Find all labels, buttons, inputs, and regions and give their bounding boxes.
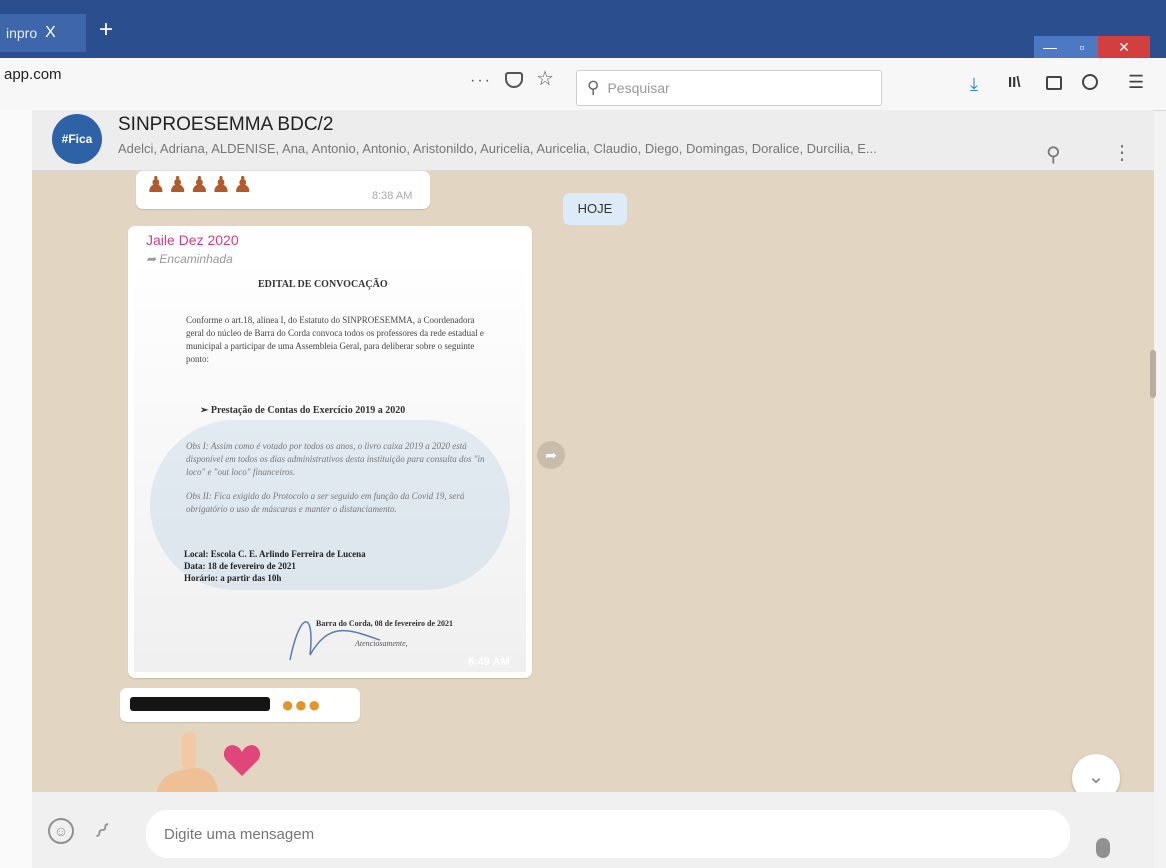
window-controls: — ▫ ✕: [1034, 36, 1152, 60]
download-icon[interactable]: ⤓: [970, 74, 978, 95]
left-panel-edge: [0, 110, 32, 868]
account-icon[interactable]: [1082, 74, 1098, 90]
library-icon[interactable]: II\: [1008, 74, 1021, 91]
document-local: Local: Escola C. E. Arlindo Ferreira de …: [184, 549, 366, 559]
forward-arrow-icon[interactable]: ➦: [537, 441, 565, 469]
tab-title: inpro: [6, 25, 38, 41]
browser-search-input[interactable]: ⚲ Pesquisar: [576, 70, 882, 106]
forward-icon: ➦: [146, 252, 160, 266]
hamburger-menu-icon[interactable]: ☰: [1128, 72, 1144, 93]
chat-search-icon[interactable]: ⚲: [1046, 142, 1061, 167]
document-paragraph: Conforme o art.18, alínea I, do Estatuto…: [186, 315, 484, 364]
browser-tab-bar: [0, 0, 1166, 58]
minimize-button[interactable]: —: [1034, 36, 1066, 58]
sidebar-icon[interactable]: [1046, 76, 1062, 90]
redacted-text: [130, 697, 270, 711]
document-place-date: Barra do Corda, 08 de fevereiro de 2021: [316, 619, 454, 628]
emoji-people-icon: ♟♟♟♟♟: [146, 172, 255, 197]
document-date: Data: 18 de fevereiro de 2021: [184, 561, 296, 571]
document-note-2: Obs II: Fica exigido do Protocolo a ser …: [186, 491, 465, 514]
close-window-button[interactable]: ✕: [1098, 36, 1150, 58]
date-badge: HOJE: [563, 193, 627, 225]
emoji-monkeys-icon: ●●●: [281, 692, 321, 717]
message-time: 8:49 AM: [468, 656, 510, 668]
tab-close-icon[interactable]: X: [45, 24, 56, 42]
emoji-button[interactable]: ☺: [48, 818, 74, 844]
forwarded-label: ➦ Encaminhada: [146, 252, 233, 266]
browser-tab[interactable]: inpro X: [0, 14, 86, 52]
document-closing: Atenciosamente,: [355, 639, 408, 648]
message-sender[interactable]: Jaile Dez 2020: [146, 232, 239, 248]
document-time: Horário: a partir das 10h: [184, 573, 282, 583]
message-input[interactable]: [146, 810, 1070, 858]
forwarded-text: Encaminhada: [159, 252, 233, 266]
maximize-button[interactable]: ▫: [1066, 36, 1098, 58]
search-placeholder: Pesquisar: [607, 80, 670, 96]
document-title: EDITAL DE CONVOCAÇÃO: [258, 279, 388, 290]
page-actions-icon[interactable]: ···: [470, 72, 492, 90]
new-tab-button[interactable]: +: [92, 16, 120, 44]
address-bar[interactable]: app.com: [4, 66, 62, 83]
heart-sticker-icon[interactable]: [222, 742, 262, 778]
thumbs-up-sticker-icon[interactable]: [152, 728, 224, 800]
search-icon: ⚲: [587, 78, 600, 97]
handwritten-signature: [289, 621, 381, 661]
message-time: 8:38 AM: [372, 190, 413, 202]
group-name[interactable]: SINPROESEMMA BDC/2: [118, 114, 333, 136]
document-agenda-item: ➢ Prestação de Contas do Exercício 2019 …: [200, 405, 406, 416]
document-details: Local: Escola C. E. Arlindo Ferreira de …: [184, 548, 464, 584]
group-avatar[interactable]: #Fica: [52, 114, 102, 164]
bookmark-star-icon[interactable]: ☆: [536, 66, 554, 91]
group-members: Adelci, Adriana, ALDENISE, Ana, Antonio,…: [118, 141, 877, 156]
microphone-icon[interactable]: [1096, 838, 1110, 858]
document-note-1: Obs I: Assim como é votado por todos os …: [186, 441, 485, 477]
chat-menu-icon[interactable]: ⋮: [1112, 140, 1132, 165]
chat-scrollbar[interactable]: [1150, 350, 1156, 398]
